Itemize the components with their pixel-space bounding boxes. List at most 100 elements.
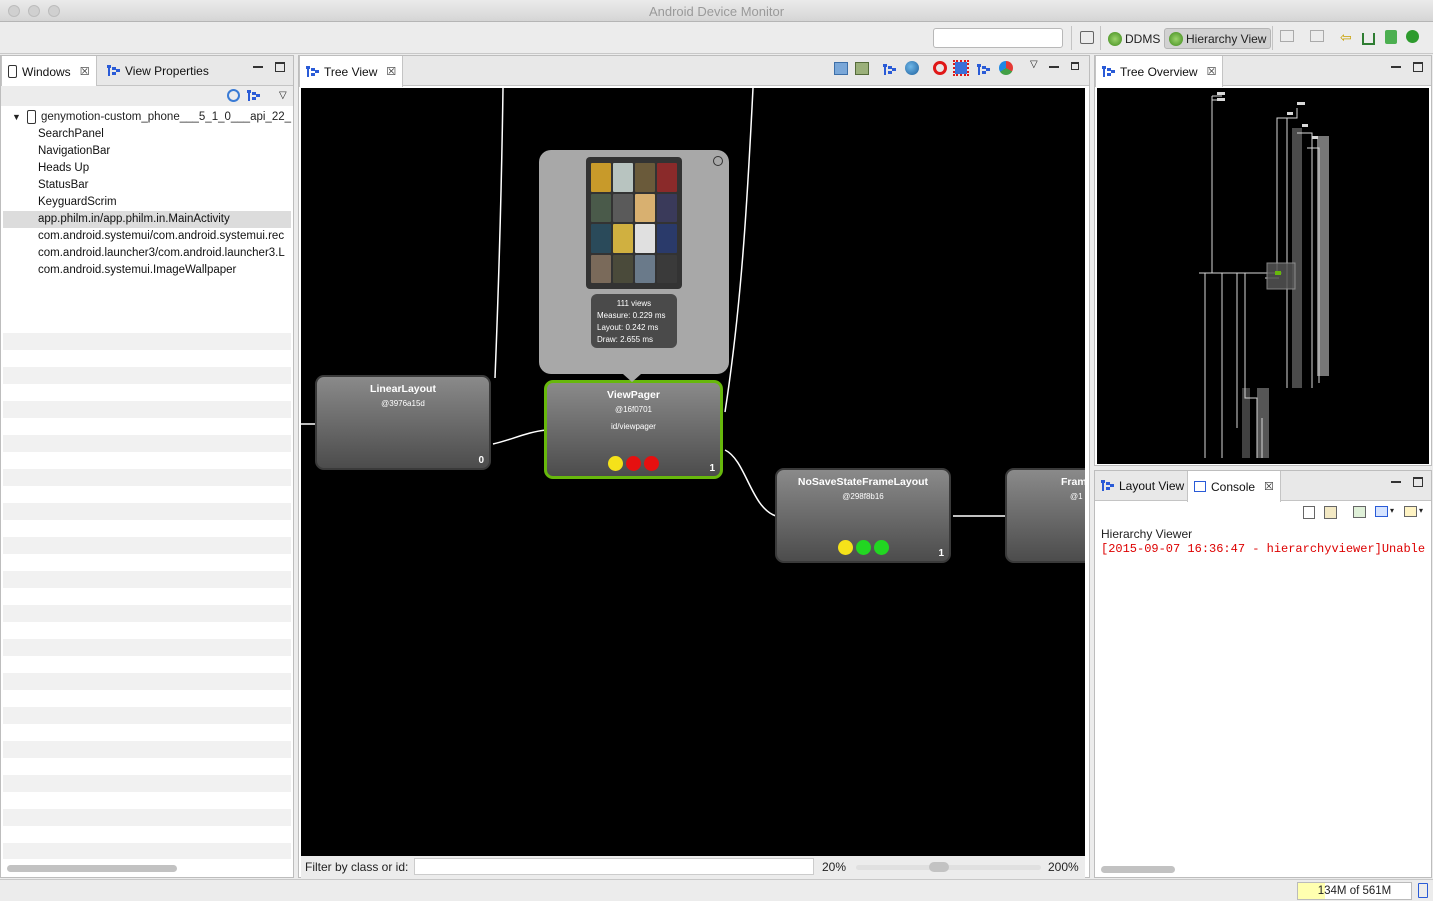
poster-thumbnail bbox=[591, 163, 611, 192]
memory-indicator[interactable]: 134M of 561M bbox=[1297, 882, 1412, 900]
measure-indicator bbox=[608, 456, 623, 471]
back-arrow-icon[interactable]: ⇦ bbox=[1340, 30, 1356, 46]
poster-thumbnail bbox=[613, 193, 633, 222]
download-icon[interactable] bbox=[1362, 33, 1375, 45]
poster-thumbnail bbox=[657, 163, 677, 192]
tab-view-properties[interactable]: View Properties bbox=[101, 56, 215, 86]
node-hash: @16f0701 bbox=[614, 405, 653, 414]
node-class-name: LinearLayout bbox=[370, 383, 436, 395]
list-item[interactable]: Heads Up bbox=[3, 160, 291, 177]
close-icon[interactable]: ☒ bbox=[1207, 65, 1217, 78]
dump-display-list-icon[interactable] bbox=[977, 64, 990, 76]
display-console-icon[interactable] bbox=[1375, 506, 1388, 517]
globe-icon[interactable] bbox=[905, 61, 919, 75]
zoom-slider-thumb[interactable] bbox=[929, 862, 949, 872]
refresh-icon[interactable] bbox=[227, 89, 240, 102]
poster-thumbnail bbox=[613, 224, 633, 253]
tab-tree-view[interactable]: Tree View ☒ bbox=[299, 56, 404, 87]
tab-tree-view-label: Tree View bbox=[324, 64, 378, 79]
device-name: genymotion-custom_phone___5_1_0___api_22… bbox=[41, 111, 292, 123]
device-row[interactable]: ▼ genymotion-custom_phone___5_1_0___api_… bbox=[3, 109, 291, 126]
hierarchy-view-perspective-button[interactable]: Hierarchy View bbox=[1164, 28, 1272, 49]
garbage-collect-icon[interactable] bbox=[1418, 883, 1428, 898]
list-item[interactable]: com.android.systemui.ImageWallpaper bbox=[3, 262, 291, 279]
close-icon[interactable]: ☒ bbox=[386, 65, 396, 78]
dropdown-icon[interactable]: ▾ bbox=[1390, 506, 1394, 515]
open-console-icon[interactable] bbox=[1404, 506, 1417, 517]
list-item[interactable]: com.android.launcher3/com.android.launch… bbox=[3, 245, 291, 262]
ddms-perspective-button[interactable]: DDMS bbox=[1104, 28, 1164, 49]
toolbar-separator bbox=[1100, 26, 1101, 50]
console-tabbar: Layout View Console ☒ bbox=[1095, 471, 1431, 502]
quick-access-search-input[interactable] bbox=[933, 28, 1063, 48]
list-item[interactable]: StatusBar bbox=[3, 177, 291, 194]
tree-icon bbox=[306, 65, 319, 78]
close-icon[interactable]: ☒ bbox=[80, 65, 90, 78]
console-error-line: [2015-09-07 16:36:47 - hierarchyviewer]U… bbox=[1101, 542, 1426, 556]
tree-node-viewpager-selected[interactable]: ViewPager @16f0701 id/viewpager 1 bbox=[544, 380, 723, 479]
tab-layout-view[interactable]: Layout View bbox=[1095, 471, 1190, 501]
windows-toolbar: ▽ bbox=[1, 86, 293, 106]
node-preview-popup: 111 views Measure: 0.229 ms Layout: 0.24… bbox=[539, 150, 729, 374]
horizontal-scrollbar[interactable] bbox=[1101, 866, 1175, 873]
poster-thumbnail bbox=[657, 254, 677, 283]
view-menu-icon[interactable]: ▽ bbox=[279, 90, 287, 101]
save-png-icon[interactable] bbox=[834, 62, 848, 75]
tree-node-framelayout[interactable]: Fram @1 bbox=[1005, 468, 1085, 563]
minimize-panel-button[interactable] bbox=[1391, 62, 1401, 68]
profile-nodes-icon[interactable] bbox=[999, 61, 1013, 75]
dropdown-icon[interactable]: ▾ bbox=[1419, 506, 1423, 515]
console-title: Hierarchy Viewer bbox=[1101, 527, 1193, 541]
expand-arrow-icon[interactable]: ▼ bbox=[12, 112, 21, 122]
list-item-selected[interactable]: app.philm.in/app.philm.in.MainActivity bbox=[3, 211, 291, 228]
list-item[interactable]: com.android.systemui/com.android.systemu… bbox=[3, 228, 291, 245]
tree-icon[interactable] bbox=[883, 64, 896, 76]
device-icon bbox=[8, 65, 17, 78]
clear-console-icon[interactable] bbox=[1303, 506, 1315, 519]
hierarchy-view-label: Hierarchy View bbox=[1186, 31, 1267, 46]
windows-panel: Windows ☒ View Properties ▽ ▼ genymotion… bbox=[0, 55, 294, 878]
minimize-panel-button[interactable] bbox=[253, 62, 263, 68]
tree-canvas[interactable]: LinearLayout @3976a15d 0 ViewPager @16f0… bbox=[301, 88, 1085, 856]
restore-panel-button[interactable] bbox=[1071, 62, 1079, 70]
previous-annotation-icon[interactable] bbox=[1310, 30, 1324, 42]
tree-view-tabbar: Tree View ☒ ▽ bbox=[299, 56, 1089, 87]
console-output[interactable]: Hierarchy Viewer [2015-09-07 16:36:47 - … bbox=[1097, 525, 1429, 859]
pin-console-icon[interactable] bbox=[1353, 506, 1366, 518]
next-annotation-icon[interactable] bbox=[1280, 30, 1294, 42]
list-item[interactable]: NavigationBar bbox=[3, 143, 291, 160]
request-layout-icon[interactable] bbox=[953, 60, 969, 76]
filter-bar: Filter by class or id: 20% 200% bbox=[301, 856, 1085, 878]
filter-input[interactable] bbox=[414, 858, 814, 875]
tab-layout-view-label: Layout View bbox=[1119, 479, 1185, 493]
console-toolbar: ▾ ▾ bbox=[1095, 501, 1431, 525]
horizontal-scrollbar[interactable] bbox=[7, 865, 177, 872]
load-view-hierarchy-icon[interactable] bbox=[247, 90, 260, 102]
tab-windows[interactable]: Windows ☒ bbox=[1, 56, 97, 87]
invalidate-icon[interactable] bbox=[933, 61, 947, 75]
popup-close-icon[interactable] bbox=[713, 156, 723, 166]
open-perspective-icon[interactable] bbox=[1080, 31, 1094, 44]
run-icon[interactable] bbox=[1406, 30, 1419, 43]
maximize-panel-button[interactable] bbox=[1413, 62, 1423, 72]
tree-node-linearlayout[interactable]: LinearLayout @3976a15d 0 bbox=[315, 375, 491, 470]
capture-layers-icon[interactable] bbox=[855, 62, 869, 75]
layout-time: Layout: 0.242 ms bbox=[597, 323, 659, 332]
minimize-panel-button[interactable] bbox=[1391, 477, 1401, 483]
tree-view-panel: Tree View ☒ ▽ LinearLayout @3976a15d 0 V… bbox=[298, 55, 1090, 878]
maximize-panel-button[interactable] bbox=[275, 62, 285, 72]
list-item[interactable]: SearchPanel bbox=[3, 126, 291, 143]
ddms-icon bbox=[1108, 31, 1122, 46]
tab-tree-overview[interactable]: Tree Overview ☒ bbox=[1095, 56, 1224, 87]
view-menu-icon[interactable]: ▽ bbox=[1030, 59, 1038, 70]
tab-console[interactable]: Console ☒ bbox=[1187, 471, 1281, 502]
maximize-panel-button[interactable] bbox=[1413, 477, 1423, 487]
tree-overview-canvas[interactable] bbox=[1097, 88, 1429, 464]
minimize-panel-button[interactable] bbox=[1049, 62, 1059, 68]
list-item[interactable]: KeyguardScrim bbox=[3, 194, 291, 211]
tree-node-nosavestateframelayout[interactable]: NoSaveStateFrameLayout @298f8b16 1 bbox=[775, 468, 951, 563]
scroll-lock-icon[interactable] bbox=[1324, 506, 1337, 519]
draw-indicator bbox=[644, 456, 659, 471]
android-sdk-icon[interactable] bbox=[1385, 30, 1397, 44]
close-icon[interactable]: ☒ bbox=[1264, 480, 1274, 493]
